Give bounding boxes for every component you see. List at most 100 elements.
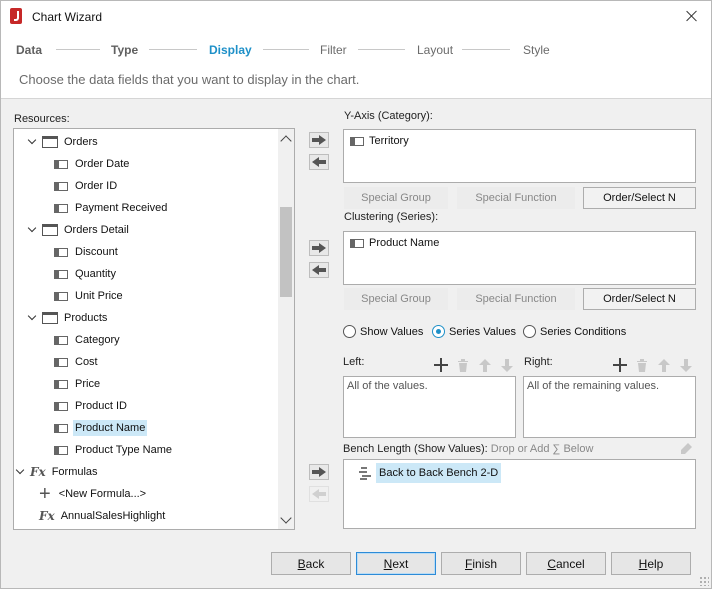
tree-field-order-date[interactable]: Order Date [54, 154, 131, 174]
radio-circle[interactable] [523, 325, 536, 338]
move-up-icon[interactable] [476, 356, 494, 374]
arrow-left-icon [312, 265, 326, 275]
bench-length-label: Bench Length (Show Values): Drop or Add … [343, 443, 594, 455]
cancel-button[interactable]: Cancel [526, 552, 606, 575]
clustering-list[interactable]: Product Name [343, 231, 696, 285]
scrollbar-thumb[interactable] [280, 207, 292, 297]
step-type[interactable]: Type [111, 43, 138, 57]
field-icon [350, 136, 364, 146]
clustering-special-group-button[interactable]: Special Group [344, 288, 448, 310]
scroll-up-icon[interactable] [280, 135, 292, 147]
add-to-y-axis-button[interactable] [309, 132, 329, 148]
tree-formula-annual-sales-highlight[interactable]: Fx AnnualSalesHighlight [39, 506, 167, 526]
arrow-right-icon [312, 467, 326, 477]
add-to-clustering-button[interactable] [309, 240, 329, 256]
bench-length-list[interactable]: Back to Back Bench 2-D [343, 459, 696, 529]
tree-node-products[interactable]: Products [28, 308, 109, 328]
scroll-down-icon[interactable] [280, 512, 292, 524]
field-icon [54, 401, 68, 411]
step-divider [358, 49, 405, 50]
clustering-item-product-name[interactable]: Product Name [350, 237, 439, 249]
resources-scrollbar[interactable] [278, 129, 294, 529]
step-data[interactable]: Data [16, 43, 42, 57]
resources-label: Resources: [14, 113, 70, 125]
tree-field-discount[interactable]: Discount [54, 242, 120, 262]
remove-from-bench-button[interactable] [309, 486, 329, 502]
tree-field-order-id[interactable]: Order ID [54, 176, 119, 196]
field-icon [54, 445, 68, 455]
add-icon[interactable] [432, 356, 450, 374]
step-display[interactable]: Display [209, 43, 252, 57]
move-up-icon[interactable] [655, 356, 673, 374]
edit-icon[interactable] [677, 440, 695, 458]
y-axis-order-select-button[interactable]: Order/Select N [583, 187, 696, 209]
delete-icon[interactable] [454, 356, 472, 374]
radio-circle[interactable] [343, 325, 356, 338]
step-style[interactable]: Style [523, 43, 550, 57]
bench-item[interactable]: Back to Back Bench 2-D [358, 463, 502, 483]
field-icon [54, 269, 68, 279]
right-label: Right: [524, 356, 553, 368]
y-axis-list[interactable]: Territory [343, 129, 696, 183]
app-logo-icon [10, 8, 22, 24]
right-values-list[interactable]: All of the remaining values. [523, 376, 696, 438]
finish-button[interactable]: Finish [441, 552, 521, 575]
next-button[interactable]: Next [356, 552, 436, 575]
field-icon [54, 335, 68, 345]
field-icon [54, 159, 68, 169]
radio-series-conditions[interactable]: Series Conditions [523, 325, 626, 338]
chart-wizard-dialog: Chart Wizard Data Type Display Filter La… [0, 0, 712, 589]
tree-field-category[interactable]: Category [54, 330, 122, 350]
tree-new-formula[interactable]: + <New Formula...> [39, 484, 148, 504]
resize-grip[interactable] [699, 576, 709, 586]
tree-node-orders-detail[interactable]: Orders Detail [28, 220, 131, 240]
tree-node-formulas[interactable]: Fx Formulas [16, 462, 100, 482]
y-axis-special-function-button[interactable]: Special Function [457, 187, 575, 209]
arrow-left-icon [312, 489, 326, 499]
clustering-order-select-button[interactable]: Order/Select N [583, 288, 696, 310]
tree-node-orders[interactable]: Orders [28, 132, 100, 152]
step-layout[interactable]: Layout [417, 43, 453, 57]
add-icon[interactable] [611, 356, 629, 374]
wizard-header: Data Type Display Filter Layout Style Ch… [1, 32, 711, 99]
tree-field-product-id[interactable]: Product ID [54, 396, 129, 416]
y-axis-label: Y-Axis (Category): [344, 110, 433, 122]
tree-field-payment-received[interactable]: Payment Received [54, 198, 169, 218]
radio-circle-selected[interactable] [432, 325, 445, 338]
remove-from-y-axis-button[interactable] [309, 154, 329, 170]
left-values-list[interactable]: All of the values. [343, 376, 516, 438]
remove-from-clustering-button[interactable] [309, 262, 329, 278]
tree-field-quantity[interactable]: Quantity [54, 264, 118, 284]
radio-show-values[interactable]: Show Values [343, 325, 423, 338]
tree-field-price[interactable]: Price [54, 374, 102, 394]
arrow-right-icon [312, 243, 326, 253]
window-title: Chart Wizard [32, 10, 103, 24]
add-to-bench-button[interactable] [309, 464, 329, 480]
radio-series-values[interactable]: Series Values [432, 325, 516, 338]
tree-field-unit-price[interactable]: Unit Price [54, 286, 125, 306]
clustering-special-function-button[interactable]: Special Function [457, 288, 575, 310]
step-filter[interactable]: Filter [320, 43, 347, 57]
move-down-icon[interactable] [677, 356, 695, 374]
tree-field-product-name[interactable]: Product Name [54, 418, 148, 438]
table-icon [42, 312, 58, 324]
chevron-down-icon[interactable] [16, 467, 26, 477]
chevron-down-icon[interactable] [28, 225, 38, 235]
y-axis-special-group-button[interactable]: Special Group [344, 187, 448, 209]
back-button[interactable]: Back [271, 552, 351, 575]
delete-icon[interactable] [633, 356, 651, 374]
field-icon [350, 238, 364, 248]
resources-tree[interactable]: Orders Order Date Order ID Payment Recei… [13, 128, 295, 530]
move-down-icon[interactable] [498, 356, 516, 374]
chevron-down-icon[interactable] [28, 137, 38, 147]
close-button[interactable] [681, 6, 703, 26]
chevron-down-icon[interactable] [28, 313, 38, 323]
tree-field-cost[interactable]: Cost [54, 352, 100, 372]
sum-icon: ∑ [552, 443, 561, 455]
help-button[interactable]: Help [611, 552, 691, 575]
field-icon [54, 181, 68, 191]
tree-field-product-type-name[interactable]: Product Type Name [54, 440, 174, 460]
y-axis-item-territory[interactable]: Territory [350, 135, 409, 147]
plus-icon: + [39, 483, 51, 505]
right-values-hint: All of the remaining values. [527, 380, 660, 392]
